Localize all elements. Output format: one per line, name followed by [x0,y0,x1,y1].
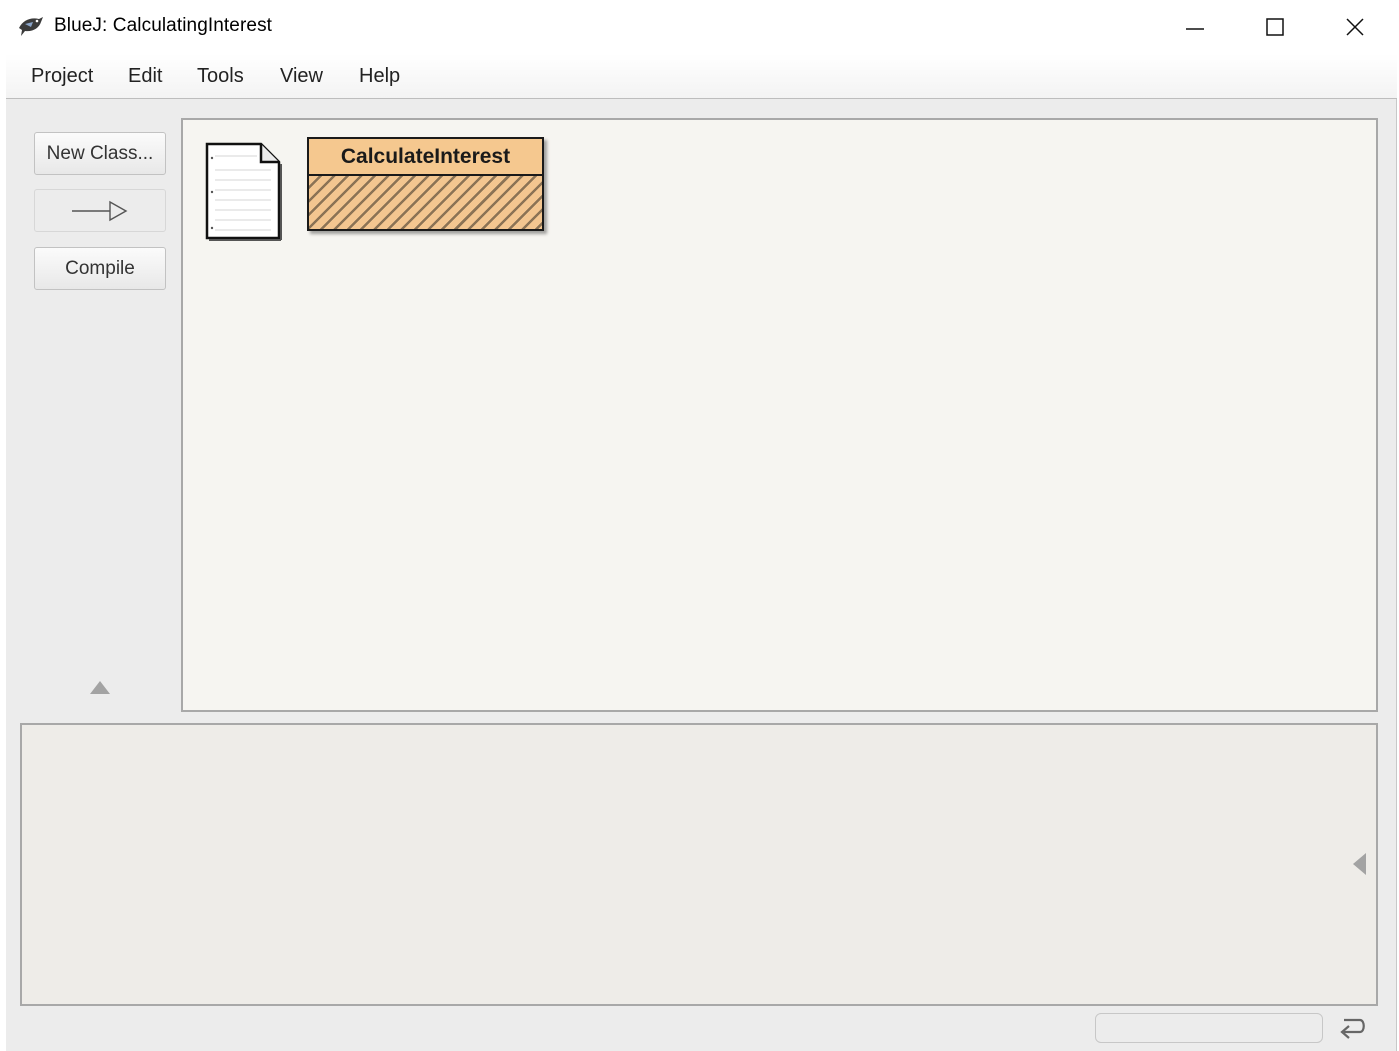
maximize-button[interactable] [1235,0,1315,54]
close-icon [1346,18,1364,36]
menu-edit[interactable]: Edit [128,65,162,88]
inheritance-arrow-icon [72,200,128,221]
menu-help[interactable]: Help [359,65,400,88]
class-diagram[interactable]: CalculateInterest [181,118,1378,712]
uncompiled-stripes [309,176,542,229]
bluej-bird-icon [19,17,43,36]
inheritance-arrow-button[interactable] [34,189,166,232]
title-bar: BlueJ: CalculatingInterest [0,0,1399,54]
minimize-icon [1186,28,1204,30]
new-class-button[interactable]: New Class... [34,132,166,175]
menu-view[interactable]: View [280,65,323,88]
readme-document-icon[interactable] [203,140,283,242]
menu-bar: Project Edit Tools View Help [6,54,1397,99]
window-title: BlueJ: CalculatingInterest [54,15,273,36]
return-arrow-icon[interactable] [1336,1011,1370,1045]
close-button[interactable] [1315,0,1395,54]
triangle-left-icon[interactable] [1353,853,1366,875]
main-panel: New Class... Compile CalculateInterest [6,99,1397,1051]
maximize-icon [1266,18,1284,36]
triangle-up-icon[interactable] [90,681,110,694]
menu-project[interactable]: Project [31,65,93,88]
minimize-button[interactable] [1155,0,1235,54]
menu-tools[interactable]: Tools [197,65,244,88]
status-message-field [1095,1013,1323,1043]
class-calculateinterest[interactable]: CalculateInterest [307,137,544,231]
compile-button[interactable]: Compile [34,247,166,290]
class-name-label: CalculateInterest [309,139,542,176]
object-bench[interactable] [20,723,1378,1006]
